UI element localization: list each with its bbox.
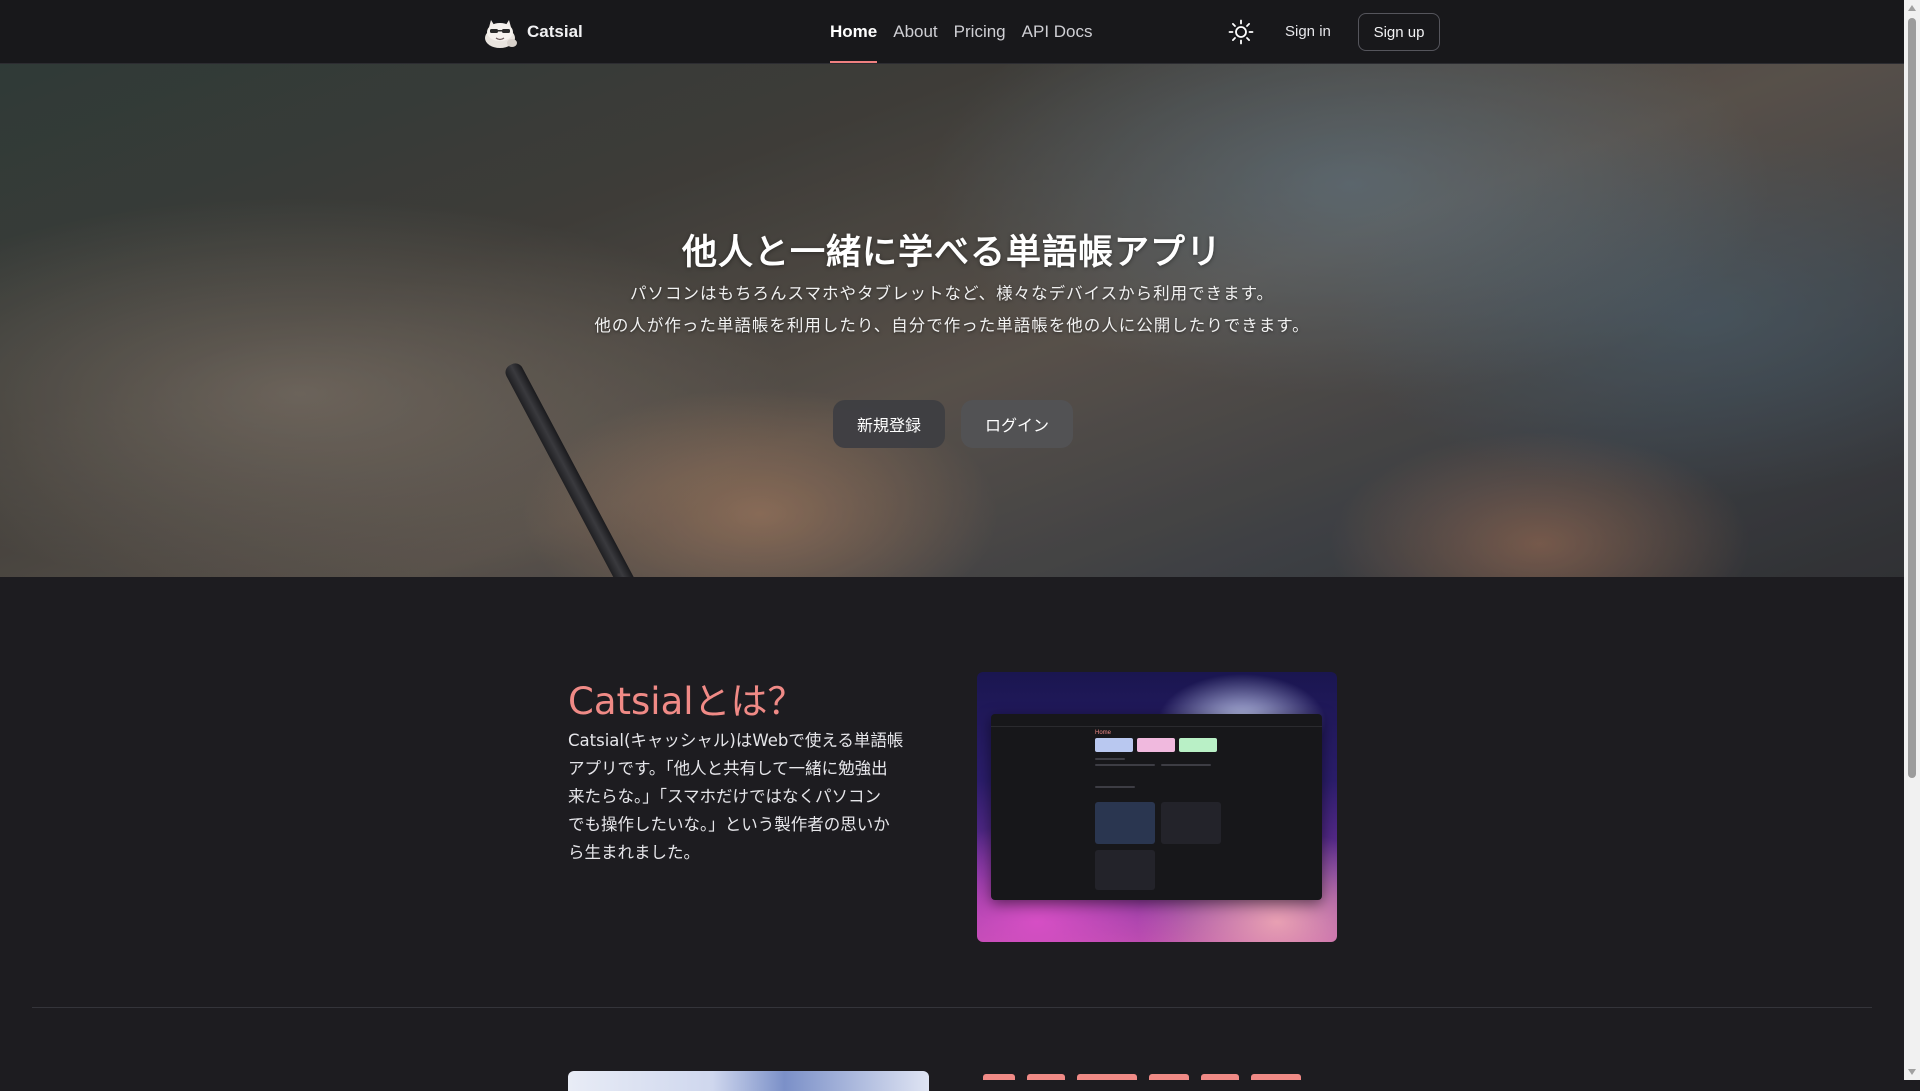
scroll-down-icon[interactable] — [1908, 1069, 1916, 1075]
screenshot-home-label: Home — [1095, 730, 1112, 736]
top-navigation-bar: Catsial Home About Pricing API Docs Sign… — [0, 0, 1904, 64]
hero-subtitle-line-1: パソコンはもちろんスマホやタブレットなど、様々なデバイスから利用できます。 — [629, 284, 1275, 303]
nav-api-docs[interactable]: API Docs — [1022, 22, 1093, 42]
section-divider — [32, 1007, 1872, 1008]
register-button[interactable]: 新規登録 — [833, 400, 945, 448]
screenshot-tile — [1161, 802, 1221, 844]
cat-logo-icon — [485, 20, 517, 48]
nav-pricing[interactable]: Pricing — [954, 22, 1006, 42]
about-text-line: でも操作したいな。」という製作者の思いか — [568, 815, 890, 834]
hero-section: 他人と一緒に学べる単語帳アプリ パソコンはもちろんスマホやタブレットなど、様々な… — [0, 64, 1904, 577]
screenshot-card — [1137, 738, 1175, 752]
scroll-up-icon[interactable] — [1908, 5, 1916, 11]
hero-title: 他人と一緒に学べる単語帳アプリ — [681, 233, 1222, 273]
hero-subtitle-line-2: 他の人が作った単語帳を利用したり、自分で作った単語帳を他の人に公開したりできます… — [594, 316, 1310, 335]
screenshot-card — [1179, 738, 1217, 752]
sign-in-link[interactable]: Sign in — [1285, 23, 1331, 40]
scrollbar-thumb[interactable] — [1908, 18, 1916, 778]
about-text-line: アプリです。「他人と共有して一緒に勉強出 — [568, 759, 888, 778]
next-section-title-peek — [977, 1068, 1337, 1080]
screenshot-nav — [991, 714, 1322, 727]
brand-name: Catsial — [527, 22, 583, 41]
screenshot-line — [1095, 786, 1135, 788]
nav-about[interactable]: About — [893, 22, 937, 42]
main-nav: Home About Pricing API Docs — [830, 22, 1093, 63]
sun-icon[interactable] — [1228, 19, 1254, 45]
about-text-line: 来たらな。」「スマホだけではなくパソコン — [568, 787, 882, 806]
login-button[interactable]: ログイン — [961, 400, 1073, 448]
about-text-line: Catsial(キャッシャル)はWebで使える単語帳 — [568, 731, 904, 750]
screenshot-app-window: Home — [991, 714, 1322, 900]
screenshot-tile — [1095, 802, 1155, 844]
nav-home[interactable]: Home — [830, 22, 878, 63]
hero-background-pen — [502, 360, 646, 577]
about-description: Catsial(キャッシャル)はWebで使える単語帳 アプリです。「他人と共有し… — [568, 727, 936, 867]
brand[interactable]: Catsial — [481, 14, 583, 50]
app-screenshot-image: Home — [977, 672, 1337, 942]
screenshot-line — [1095, 764, 1155, 766]
screenshot-line — [1161, 764, 1211, 766]
screenshot-card — [1095, 738, 1133, 752]
page-scrollbar[interactable] — [1904, 0, 1920, 1080]
about-text-line: ら生まれました。 — [568, 843, 700, 862]
screenshot-line — [1095, 758, 1125, 760]
screenshot-tile — [1095, 850, 1155, 890]
about-title: Catsialとは？ — [568, 680, 805, 723]
next-section-image — [568, 1071, 929, 1091]
sign-up-button[interactable]: Sign up — [1358, 13, 1440, 51]
